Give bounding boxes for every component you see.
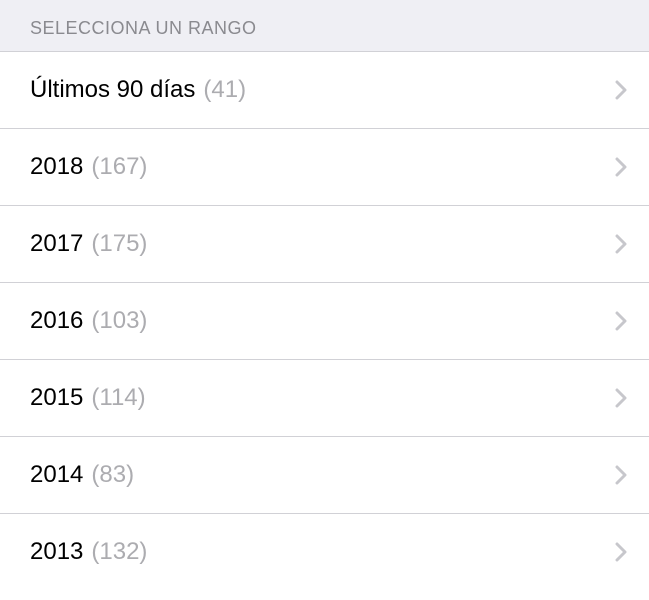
list-item-count: (175) — [91, 230, 147, 258]
list-item[interactable]: 2016 (103) — [0, 283, 649, 360]
range-list: Últimos 90 días (41) 2018 (167) 2017 (17… — [0, 51, 649, 590]
chevron-right-icon — [615, 388, 627, 408]
chevron-right-icon — [615, 157, 627, 177]
list-item-text: 2017 (175) — [30, 230, 147, 258]
list-item-label: 2013 — [30, 538, 83, 566]
list-item-count: (167) — [91, 153, 147, 181]
list-item[interactable]: 2013 (132) — [0, 514, 649, 590]
list-item[interactable]: 2014 (83) — [0, 437, 649, 514]
list-item-label: 2017 — [30, 230, 83, 258]
list-item[interactable]: Últimos 90 días (41) — [0, 51, 649, 129]
list-item-count: (83) — [91, 461, 134, 489]
chevron-right-icon — [615, 542, 627, 562]
list-item-text: 2018 (167) — [30, 153, 147, 181]
list-item-text: 2016 (103) — [30, 307, 147, 335]
list-item-label: 2015 — [30, 384, 83, 412]
chevron-right-icon — [615, 234, 627, 254]
list-item[interactable]: 2017 (175) — [0, 206, 649, 283]
list-item[interactable]: 2018 (167) — [0, 129, 649, 206]
chevron-right-icon — [615, 80, 627, 100]
list-item-text: 2014 (83) — [30, 461, 134, 489]
list-item-label: 2018 — [30, 153, 83, 181]
chevron-right-icon — [615, 311, 627, 331]
list-item-text: 2015 (114) — [30, 384, 146, 412]
list-item-count: (132) — [91, 538, 147, 566]
list-item-count: (114) — [91, 384, 145, 412]
list-item-count: (103) — [91, 307, 147, 335]
section-header: Selecciona un rango — [0, 0, 649, 51]
list-item-count: (41) — [203, 76, 246, 104]
list-item-label: Últimos 90 días — [30, 76, 195, 104]
list-item-label: 2016 — [30, 307, 83, 335]
chevron-right-icon — [615, 465, 627, 485]
list-item-text: Últimos 90 días (41) — [30, 76, 246, 104]
list-item[interactable]: 2015 (114) — [0, 360, 649, 437]
list-item-text: 2013 (132) — [30, 538, 147, 566]
list-item-label: 2014 — [30, 461, 83, 489]
